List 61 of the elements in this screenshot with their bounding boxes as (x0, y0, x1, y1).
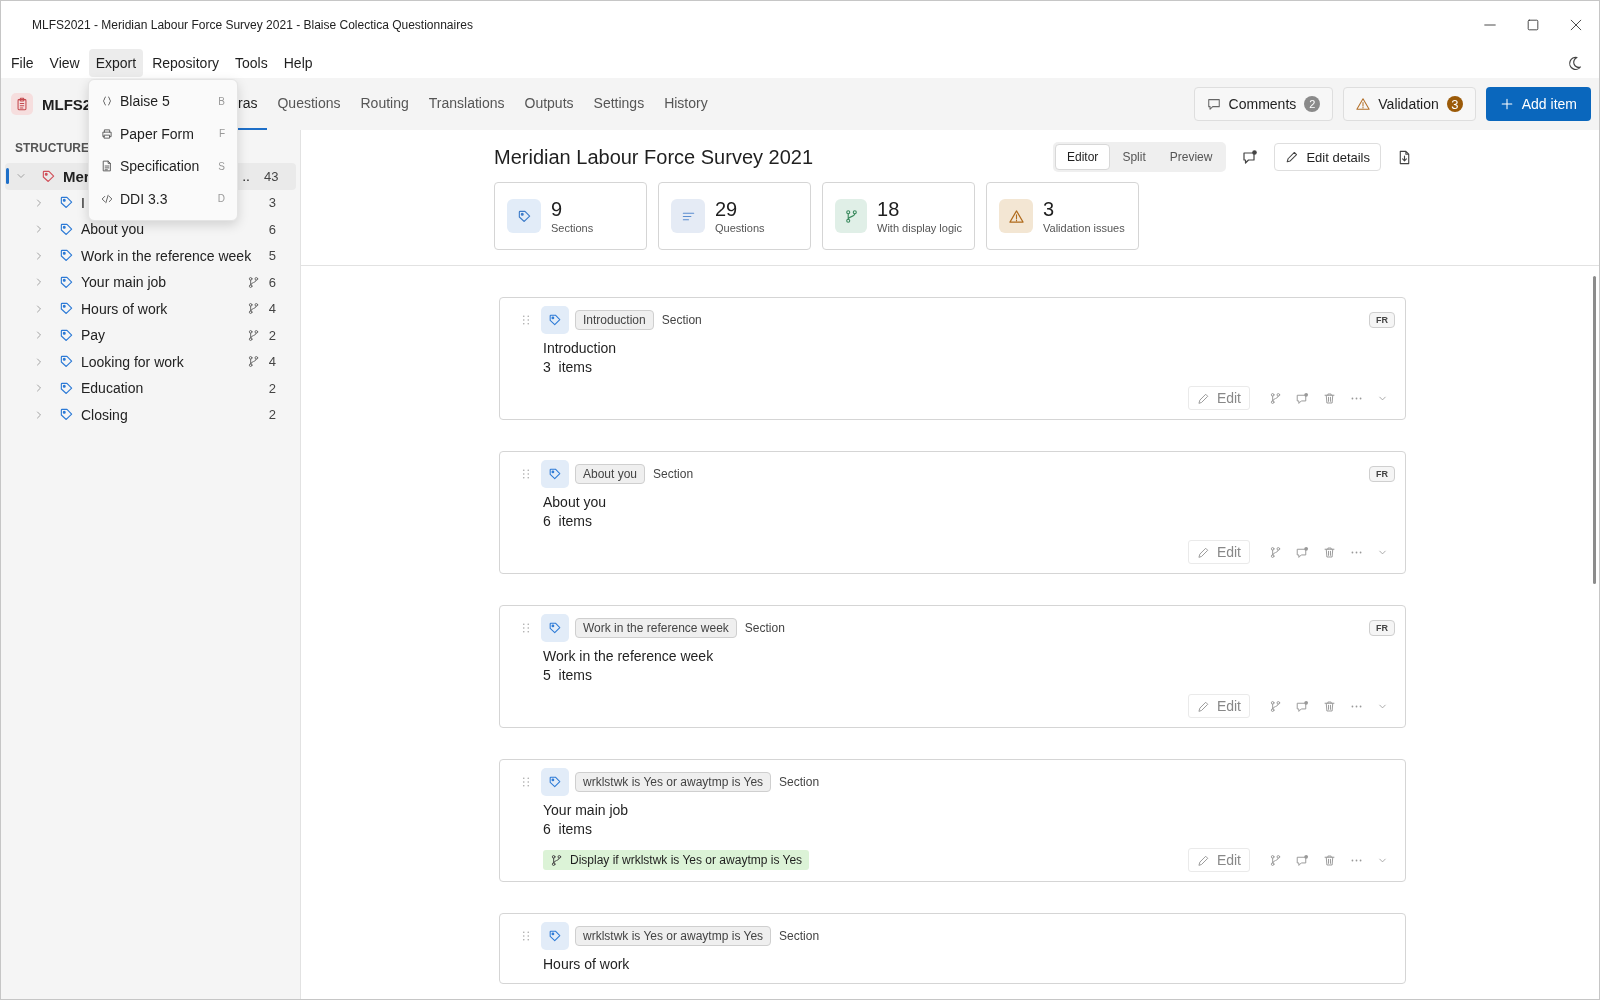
section-title: About you (543, 493, 608, 512)
name-chip: About you (575, 464, 646, 484)
item-count: 3 items (543, 358, 593, 377)
stat-value: 9 (551, 198, 564, 220)
shortcut-key: S (218, 160, 225, 172)
item-count: 5 (267, 248, 276, 264)
item-count: 43 (264, 168, 276, 184)
shortcut-key: B (218, 95, 225, 107)
language-badge: FR (1369, 466, 1395, 482)
item-type: Section (779, 775, 820, 789)
stat-value: 18 (877, 198, 901, 220)
stat-label: Questions (715, 222, 765, 234)
item-count: 6 (267, 221, 276, 237)
window-title: MLFS2021 - Meridian Labour Force Survey 2021 - Blaise Colectica Questionnaires (32, 17, 473, 32)
shortcut-key: D (217, 193, 225, 205)
tree-label: Your main job (81, 274, 167, 291)
stat-label: Validation issues (1043, 222, 1125, 234)
language-badge: FR (1369, 312, 1395, 328)
tree-label: About you (81, 221, 145, 238)
ellipsis-text: .. (242, 168, 250, 185)
section-title: Introduction (543, 339, 618, 358)
tree-label: Pay (81, 327, 106, 344)
count-badge: 2 (1304, 96, 1321, 112)
tree-label: Hours of work (81, 300, 168, 317)
item-type: Section (744, 621, 785, 635)
tree-label: Work in the reference week (81, 247, 252, 264)
name-chip: wrklstwk is Yes or awaytmp is Yes (575, 926, 772, 946)
section-title: Hours of work (543, 955, 631, 974)
shortcut-key: F (218, 128, 225, 140)
section-title: Work in the reference week (543, 647, 715, 666)
tree-label: Education (81, 380, 144, 397)
stat-value: 3 (1043, 198, 1056, 220)
item-count: 6 items (543, 820, 593, 839)
name-chip: wrklstwk is Yes or awaytmp is Yes (575, 772, 772, 792)
stat-value: 29 (715, 198, 739, 220)
item-count: 6 (267, 274, 276, 290)
item-count: 4 (267, 301, 276, 317)
stat-label: Sections (551, 222, 594, 234)
item-type: Section (779, 929, 820, 943)
tree-label: I (81, 194, 85, 211)
item-count: 3 (267, 195, 276, 211)
tree-label: Looking for work (81, 353, 184, 370)
name-chip: Introduction (575, 310, 654, 330)
item-count: 2 (267, 380, 276, 396)
display-logic-tag: Display if wrklstwk is Yes or awaytmp is Yes (543, 850, 810, 870)
tree-label: Closing (81, 406, 128, 423)
name-chip: Work in the reference week (575, 618, 737, 638)
item-type: Section (661, 313, 702, 327)
tree-label: Mer (63, 167, 90, 185)
item-type: Section (653, 467, 694, 481)
item-count: 2 (267, 407, 276, 423)
sidebar-heading: STRUCTURE (15, 140, 89, 157)
item-count: 5 items (543, 666, 593, 685)
item-count: 2 (267, 327, 276, 343)
questionnaire-title: Meridian Labour Force Survey 2021 (494, 145, 815, 169)
count-badge: 3 (1446, 96, 1463, 112)
stat-label: With display logic (877, 222, 962, 234)
item-count: 6 items (543, 512, 593, 531)
section-title: Your main job (543, 801, 630, 820)
language-badge: FR (1369, 620, 1395, 636)
item-count: 4 (267, 354, 276, 370)
